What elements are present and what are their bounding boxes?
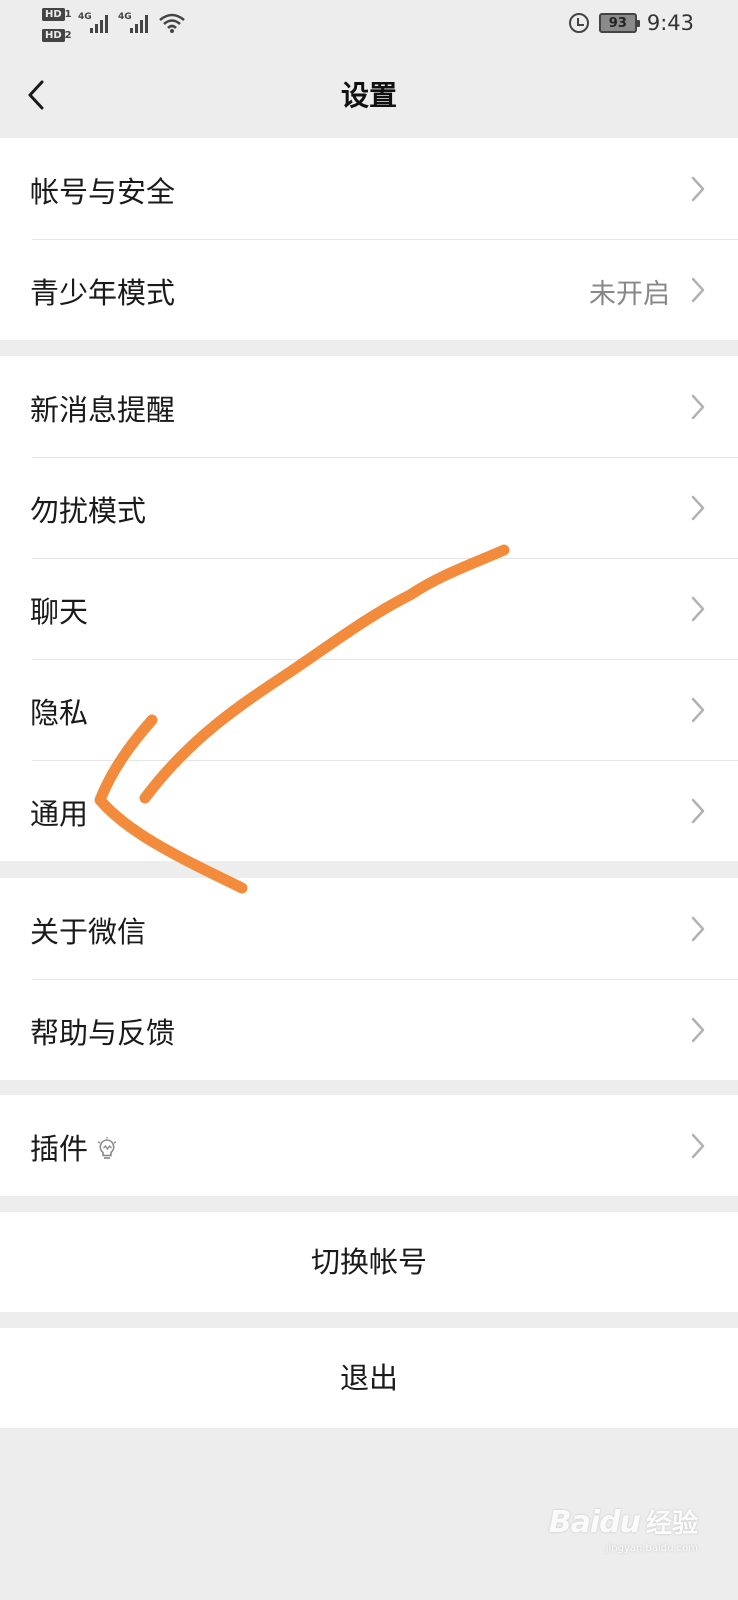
hd-icon: HD 1 [42, 8, 72, 21]
settings-item-label: 聊天 [30, 595, 89, 629]
watermark-logo: Bai [548, 1505, 600, 1540]
watermark: Baidu 经验 jingyan.baidu.com [549, 1503, 698, 1563]
chevron-right-icon [691, 1017, 705, 1043]
chevron-right-icon [691, 798, 705, 824]
settings-item-label: 勿扰模式 [30, 494, 147, 528]
clock: 9:43 [646, 11, 694, 35]
watermark-url: jingyan.baidu.com [605, 1543, 698, 1554]
chevron-right-icon [691, 495, 705, 521]
chevron-right-icon [691, 596, 705, 622]
alarm-icon [568, 13, 589, 33]
settings-item-chat[interactable]: 聊天 [0, 558, 738, 659]
settings-item-label: 帐号与安全 [30, 175, 176, 209]
settings-item-account-security[interactable]: 帐号与安全 [0, 138, 738, 239]
watermark-logo-du: du [599, 1505, 641, 1540]
switch-account-button[interactable]: 切换帐号 [0, 1212, 738, 1312]
settings-item-notifications[interactable]: 新消息提醒 [0, 356, 738, 457]
settings-item-do-not-disturb[interactable]: 勿扰模式 [0, 457, 738, 558]
chevron-right-icon [691, 1133, 705, 1159]
logout-button[interactable]: 退出 [0, 1328, 738, 1428]
settings-item-label: 隐私 [30, 696, 89, 730]
settings-item-label: 新消息提醒 [30, 393, 176, 427]
settings-item-teen-mode[interactable]: 青少年模式 未开启 [0, 239, 738, 340]
settings-group-general: 新消息提醒 勿扰模式 聊天 隐私 通用 [0, 356, 738, 861]
lightbulb-icon [97, 1137, 117, 1159]
navigation-bar: 设置 [0, 52, 738, 138]
chevron-right-icon [691, 277, 705, 303]
settings-group-account: 帐号与安全 青少年模式 未开启 [0, 138, 738, 340]
settings-group-plugins: 插件 [0, 1095, 738, 1196]
settings-item-label: 青少年模式 [30, 276, 176, 310]
settings-item-label: 通用 [30, 797, 89, 831]
hd-icon: HD 2 [42, 29, 72, 42]
battery-level: 93 [608, 15, 627, 31]
settings-group-about: 关于微信 帮助与反馈 [0, 878, 738, 1080]
settings-item-general[interactable]: 通用 [0, 760, 738, 861]
settings-item-help-feedback[interactable]: 帮助与反馈 [0, 979, 738, 1080]
settings-item-label: 插件 [30, 1126, 118, 1168]
settings-item-about-wechat[interactable]: 关于微信 [0, 878, 738, 979]
status-bar: HD 1 HD 2 4G 4G 93 9:43 [0, 0, 738, 52]
page-title: 设置 [340, 79, 397, 112]
chevron-right-icon [691, 176, 705, 202]
teen-mode-status: 未开启 [589, 279, 670, 310]
settings-item-label: 帮助与反馈 [30, 1016, 176, 1050]
battery-icon: 93 [598, 13, 640, 33]
chevron-right-icon [691, 916, 705, 942]
settings-item-plugins[interactable]: 插件 [0, 1095, 738, 1196]
wifi-icon [159, 13, 185, 33]
chevron-right-icon [691, 394, 705, 420]
watermark-text: 经验 [645, 1509, 698, 1539]
settings-item-privacy[interactable]: 隐私 [0, 659, 738, 760]
chevron-right-icon [691, 697, 705, 723]
settings-item-label: 关于微信 [30, 915, 147, 949]
